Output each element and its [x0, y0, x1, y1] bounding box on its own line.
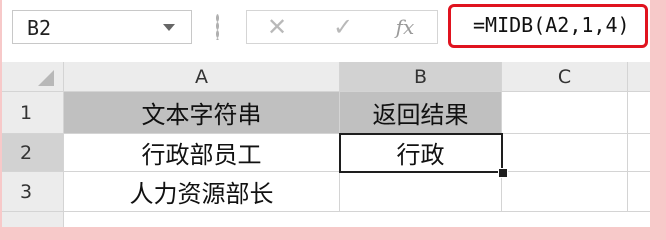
chevron-down-icon[interactable]	[163, 24, 175, 31]
select-all-icon	[38, 70, 54, 86]
cell-a1[interactable]: 文本字符串	[64, 92, 340, 134]
grip-dots-icon	[216, 14, 219, 40]
fill-handle[interactable]	[498, 168, 508, 178]
cancel-icon[interactable]: ✕	[257, 13, 297, 41]
row-header-4[interactable]	[2, 212, 64, 227]
cell-a3[interactable]: 人力资源部长	[64, 172, 340, 212]
cell-d3[interactable]	[628, 172, 650, 212]
cell-c1[interactable]	[502, 92, 628, 134]
excel-window: B2 ✕ ✓ fx =MIDB(A2,1,4) A B C 1 文本字符串 返回…	[2, 0, 650, 227]
formula-bar: B2 ✕ ✓ fx =MIDB(A2,1,4)	[2, 0, 650, 60]
name-box-value: B2	[27, 16, 52, 40]
cell-b3[interactable]	[340, 172, 502, 212]
cell-c3[interactable]	[502, 172, 628, 212]
enter-check-icon[interactable]: ✓	[323, 13, 363, 41]
worksheet-grid: A B C 1 文本字符串 返回结果 2 行政部员工 行政 3 人力资源部长	[2, 62, 650, 227]
cell-c2[interactable]	[502, 134, 628, 172]
cell-b1[interactable]: 返回结果	[340, 92, 502, 134]
row-header-2[interactable]: 2	[2, 134, 64, 172]
row-header-3[interactable]: 3	[2, 172, 64, 212]
cell-b2[interactable]: 行政	[340, 134, 502, 172]
formula-text: =MIDB(A2,1,4)	[473, 13, 630, 37]
column-header-a[interactable]: A	[64, 62, 340, 92]
select-all-corner[interactable]	[2, 62, 64, 92]
cell-d1[interactable]	[628, 92, 650, 134]
insert-function-icon[interactable]: fx	[385, 13, 425, 41]
formula-input[interactable]: =MIDB(A2,1,4)	[448, 4, 648, 48]
row-header-1[interactable]: 1	[2, 92, 64, 134]
cell-a2[interactable]: 行政部员工	[64, 134, 340, 172]
name-box[interactable]: B2	[12, 10, 192, 44]
formula-buttons: ✕ ✓ fx	[246, 10, 438, 44]
cell-d2[interactable]	[628, 134, 650, 172]
column-header-b[interactable]: B	[340, 62, 502, 92]
column-header-c[interactable]: C	[502, 62, 628, 92]
column-header-d[interactable]	[628, 62, 650, 92]
